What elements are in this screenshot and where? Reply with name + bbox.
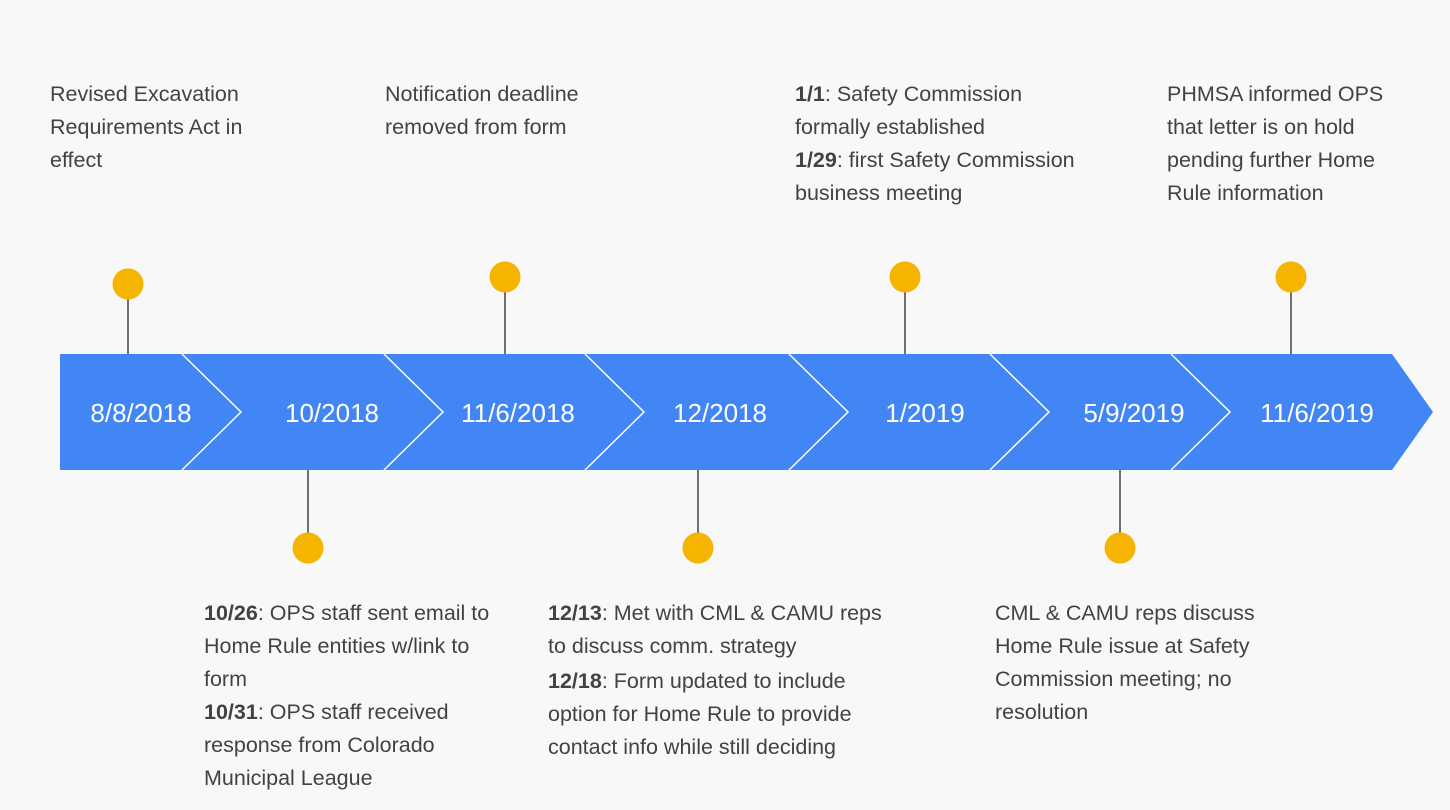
- note-date: 10/31: [204, 700, 258, 724]
- note-line: 12/18: Form updated to include option fo…: [548, 669, 852, 759]
- note-line: Notification deadline removed from form: [385, 82, 579, 139]
- note-line: PHMSA informed OPS that letter is on hol…: [1167, 82, 1384, 205]
- event-note-ops-email: 10/26: OPS staff sent email to Home Rule…: [204, 597, 514, 795]
- note-date: 12/18: [548, 669, 602, 693]
- event-note-safety-commission: 1/1: Safety Commission formally establis…: [795, 78, 1075, 210]
- event-marker: [889, 261, 921, 293]
- segment-label: 5/9/2019: [1083, 398, 1184, 428]
- event-note-home-rule-issue: CML & CAMU reps discuss Home Rule issue …: [995, 597, 1270, 729]
- note-line: 10/31: OPS staff received response from …: [204, 700, 449, 790]
- segment-label: 11/6/2018: [461, 398, 575, 428]
- segment-label: 8/8/2018: [90, 398, 191, 428]
- event-marker: [489, 261, 521, 293]
- event-note-notification-deadline: Notification deadline removed from form: [385, 78, 645, 144]
- segment-label: 1/2019: [885, 398, 965, 428]
- note-line: 12/13: Met with CML & CAMU reps to discu…: [548, 601, 882, 658]
- note-line: 1/1: Safety Commission formally establis…: [795, 82, 1023, 139]
- event-marker: [1104, 532, 1136, 564]
- event-marker: [682, 532, 714, 564]
- event-marker: [112, 268, 144, 300]
- note-date: 1/1: [795, 82, 825, 106]
- note-date: 10/26: [204, 601, 258, 625]
- note-line: 10/26: OPS staff sent email to Home Rule…: [204, 601, 490, 691]
- note-date: 12/13: [548, 601, 602, 625]
- note-line: CML & CAMU reps discuss Home Rule issue …: [995, 601, 1255, 724]
- event-note-cml-camu-meeting: 12/13: Met with CML & CAMU reps to discu…: [548, 597, 893, 764]
- note-date: 1/29: [795, 148, 837, 172]
- segment-label: 10/2018: [285, 398, 379, 428]
- segment-label: 12/2018: [673, 398, 767, 428]
- event-note-excavation-act: Revised Excavation Requirements Act in e…: [50, 78, 300, 177]
- event-note-phmsa-letter: PHMSA informed OPS that letter is on hol…: [1167, 78, 1417, 210]
- event-marker: [1275, 261, 1307, 293]
- event-marker: [292, 532, 324, 564]
- note-line: 1/29: first Safety Commission business m…: [795, 148, 1075, 205]
- segment-label: 11/6/2019: [1260, 398, 1374, 428]
- note-line: Revised Excavation Requirements Act in e…: [50, 82, 243, 172]
